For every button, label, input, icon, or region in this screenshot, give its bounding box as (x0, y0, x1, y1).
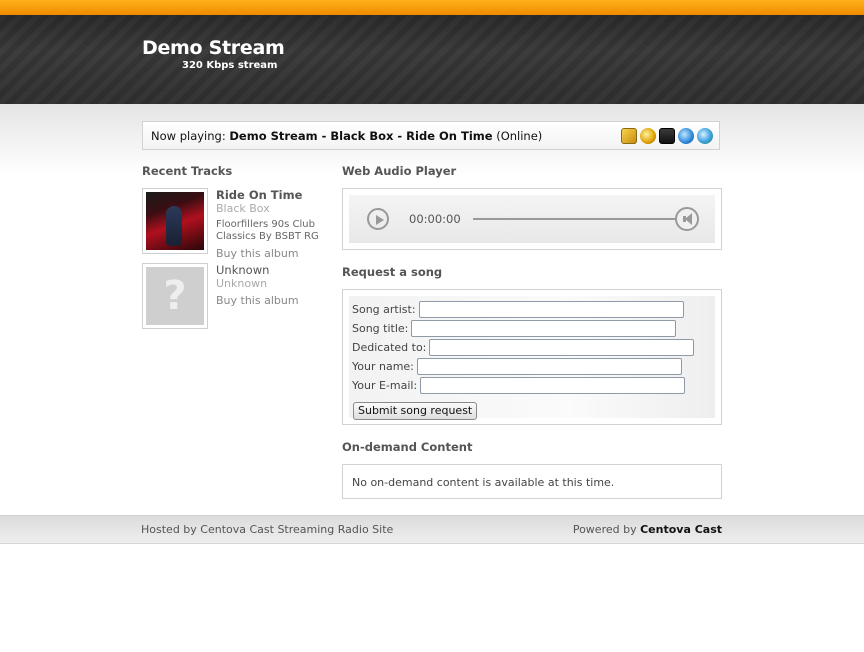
your-name-label: Your name: (352, 360, 414, 373)
song-request-panel: Song artist: Song title: Dedicated to: Y… (342, 289, 722, 425)
player-time: 00:00:00 (409, 212, 461, 226)
top-accent-bar (0, 0, 864, 15)
track-album: Floorfillers 90s Club Classics By BSBT R… (216, 219, 319, 242)
on-demand-message: No on-demand content is available at thi… (352, 476, 615, 489)
web-audio-player-heading: Web Audio Player (342, 164, 457, 178)
recent-tracks-heading: Recent Tracks (142, 164, 233, 178)
play-icon[interactable] (367, 208, 389, 230)
song-artist-row: Song artist: (352, 300, 684, 319)
song-artist-input[interactable] (418, 301, 684, 318)
powered-by-link[interactable]: Centova Cast (640, 523, 722, 536)
site-subtitle: 320 Kbps stream (182, 60, 278, 71)
powered-by-text: Powered by Centova Cast (573, 523, 722, 536)
track-title: Ride On Time (216, 188, 303, 202)
hosted-by-text: Hosted by Centova Cast Streaming Radio S… (141, 523, 394, 536)
your-email-input[interactable] (420, 377, 686, 394)
track-artist: Unknown (216, 277, 268, 290)
dedicated-to-input[interactable] (429, 339, 695, 356)
unknown-cover-placeholder: ? (146, 267, 204, 325)
quicktime-icon[interactable] (678, 128, 694, 144)
site-footer: Hosted by Centova Cast Streaming Radio S… (0, 515, 864, 544)
song-title-row: Song title: (352, 319, 677, 338)
album-cover[interactable] (142, 188, 208, 254)
your-email-label: Your E-mail: (352, 379, 418, 392)
volume-icon[interactable] (675, 207, 699, 231)
your-name-input[interactable] (416, 358, 682, 375)
web-audio-player: 00:00:00 (342, 188, 722, 250)
windows-media-player-icon[interactable] (640, 128, 656, 144)
your-email-row: Your E-mail: (352, 376, 686, 395)
winamp-icon[interactable] (621, 128, 637, 144)
site-title: Demo Stream (142, 37, 285, 59)
now-playing-bar: Now playing: Demo Stream - Black Box - R… (142, 121, 720, 150)
itunes-icon[interactable] (697, 128, 713, 144)
realplayer-icon[interactable] (659, 128, 675, 144)
dedicated-to-label: Dedicated to: (352, 341, 427, 354)
site-header: Demo Stream 320 Kbps stream (0, 15, 864, 104)
buy-album-link[interactable]: Buy this album (216, 247, 299, 260)
cover-figure (166, 206, 182, 246)
song-title-input[interactable] (411, 320, 677, 337)
on-demand-heading: On-demand Content (342, 440, 473, 454)
header-shade (0, 15, 864, 104)
player-links (621, 128, 713, 144)
now-playing-status: (Online) (492, 129, 543, 143)
album-cover[interactable]: ? (142, 263, 208, 329)
album-cover-image (146, 192, 204, 250)
submit-song-request-button[interactable]: Submit song request (353, 402, 478, 420)
request-song-heading: Request a song (342, 265, 443, 279)
now-playing-track: Demo Stream - Black Box - Ride On Time (229, 129, 493, 143)
seek-bar[interactable] (473, 218, 678, 220)
on-demand-panel: No on-demand content is available at thi… (342, 464, 722, 499)
powered-by-label: Powered by (572, 523, 641, 536)
song-request-form: Song artist: Song title: Dedicated to: Y… (349, 296, 715, 420)
now-playing-text: Now playing: Demo Stream - Black Box - R… (151, 129, 542, 143)
track-artist: Black Box (216, 202, 270, 215)
your-name-row: Your name: (352, 357, 682, 376)
dedicated-to-row: Dedicated to: (352, 338, 695, 357)
song-artist-label: Song artist: (352, 303, 416, 316)
now-playing-label: Now playing: (151, 129, 230, 143)
track-title: Unknown (216, 263, 270, 277)
buy-album-link[interactable]: Buy this album (216, 294, 299, 307)
song-title-label: Song title: (352, 322, 409, 335)
